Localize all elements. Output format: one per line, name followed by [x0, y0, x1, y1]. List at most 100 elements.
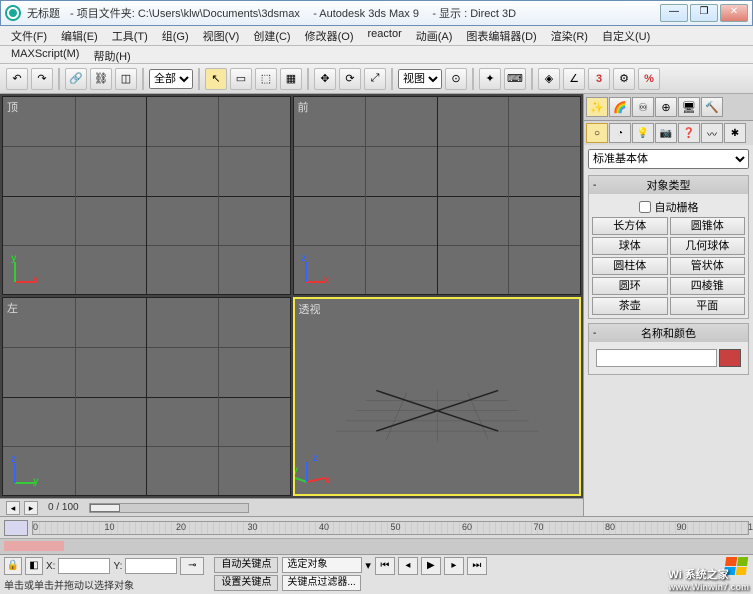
time-slider-knob[interactable] [4, 520, 28, 536]
percent-icon[interactable]: % [638, 68, 660, 90]
object-type-rollout: - 对象类型 自动栅格 长方体 圆锥体 球体 几何球体 圆柱体 管状体 圆环 四… [588, 175, 749, 319]
menu-render[interactable]: 渲染(R) [544, 26, 595, 45]
helpers-subtab[interactable]: ❓ [678, 123, 700, 143]
menu-group[interactable]: 组(G) [155, 26, 196, 45]
viewport-perspective[interactable]: 透视 x y z [293, 297, 582, 496]
teapot-button[interactable]: 茶壶 [592, 297, 668, 315]
keymode-dropdown[interactable]: 选定对象 [282, 557, 362, 573]
viewport-left[interactable]: 左 y z [2, 297, 291, 496]
object-name-input[interactable] [596, 349, 717, 367]
menu-customize[interactable]: 自定义(U) [595, 26, 657, 45]
lights-subtab[interactable]: 💡 [632, 123, 654, 143]
viewport-slider-thumb[interactable] [90, 504, 120, 512]
next-frame-button[interactable]: ▸ [444, 557, 464, 575]
select-by-name-button[interactable]: ▭ [230, 68, 252, 90]
goto-end-button[interactable]: ⏭ [467, 557, 487, 575]
pivot-button[interactable]: ⊙ [445, 68, 467, 90]
command-panel: ✨ 🌈 ♾ ⊕ 🖥 🔨 ○ ◔ 💡 📷 ❓ 〰 ✱ 标准基本体 - 对象类型 [583, 94, 753, 516]
spacewarps-subtab[interactable]: 〰 [701, 123, 723, 143]
viewport-slider-track[interactable] [89, 503, 249, 513]
select-button[interactable]: ↖ [205, 68, 227, 90]
menu-help[interactable]: 帮助(H) [86, 46, 137, 63]
window-crossing-button[interactable]: ▦ [280, 68, 302, 90]
undo-button[interactable]: ↶ [6, 68, 28, 90]
menu-file[interactable]: 文件(F) [4, 26, 54, 45]
absolute-mode-button[interactable]: ◧ [25, 557, 43, 575]
keyboard-shortcut-button[interactable]: ⌨ [504, 68, 526, 90]
geometry-subtab[interactable]: ○ [586, 123, 608, 143]
x-field[interactable] [58, 558, 110, 574]
key-icon[interactable]: ⊸ [180, 557, 204, 575]
time-slider-track[interactable]: 0102030405060708090100 [32, 521, 749, 535]
cylinder-button[interactable]: 圆柱体 [592, 257, 668, 275]
cone-button[interactable]: 圆锥体 [670, 217, 746, 235]
time-slider: 0102030405060708090100 [0, 516, 753, 538]
torus-button[interactable]: 圆环 [592, 277, 668, 295]
shapes-subtab[interactable]: ◔ [609, 123, 631, 143]
motion-tab[interactable]: ⊕ [655, 97, 677, 117]
rollout-header[interactable]: - 名称和颜色 [589, 324, 748, 342]
rollout-toggle-icon: - [593, 328, 596, 339]
link-button[interactable]: 🔗 [65, 68, 87, 90]
keyfilter-button[interactable]: 关键点过滤器... [282, 575, 360, 591]
pyramid-button[interactable]: 四棱锥 [670, 277, 746, 295]
menu-animation[interactable]: 动画(A) [409, 26, 460, 45]
toolbar-separator [307, 68, 309, 90]
utilities-tab[interactable]: 🔨 [701, 97, 723, 117]
rollout-header[interactable]: - 对象类型 [589, 176, 748, 194]
setkey-button[interactable]: 设置关键点 [214, 575, 278, 591]
percent-snap-button[interactable]: 3 [588, 68, 610, 90]
spinner-snap-button[interactable]: ⚙ [613, 68, 635, 90]
snap-button[interactable]: ◈ [538, 68, 560, 90]
minimize-button[interactable]: — [660, 4, 688, 22]
track-segment [4, 541, 64, 551]
slider-prev-button[interactable]: ◂ [6, 501, 20, 515]
menu-views[interactable]: 视图(V) [196, 26, 247, 45]
redo-button[interactable]: ↷ [31, 68, 53, 90]
viewport-top[interactable]: 顶 x y [2, 96, 291, 295]
autogrid-checkbox[interactable] [639, 201, 651, 213]
bind-button[interactable]: ◫ [115, 68, 137, 90]
prev-frame-button[interactable]: ◂ [398, 557, 418, 575]
create-tab[interactable]: ✨ [586, 97, 608, 117]
menu-graph[interactable]: 图表编辑器(D) [459, 26, 543, 45]
maximize-button[interactable]: ❐ [690, 4, 718, 22]
menu-tools[interactable]: 工具(T) [105, 26, 155, 45]
rotate-button[interactable]: ⟳ [339, 68, 361, 90]
display-tab[interactable]: 🖥 [678, 97, 700, 117]
plane-button[interactable]: 平面 [670, 297, 746, 315]
menu-edit[interactable]: 编辑(E) [54, 26, 105, 45]
cameras-subtab[interactable]: 📷 [655, 123, 677, 143]
scale-button[interactable]: ⤢ [364, 68, 386, 90]
goto-start-button[interactable]: ⏮ [375, 557, 395, 575]
ref-coord-dropdown[interactable]: 视图 [398, 69, 442, 89]
sphere-button[interactable]: 球体 [592, 237, 668, 255]
selection-filter[interactable]: 全部 [149, 69, 193, 89]
menu-reactor[interactable]: reactor [361, 26, 409, 45]
y-field[interactable] [125, 558, 177, 574]
autokey-button[interactable]: 自动关键点 [214, 557, 278, 573]
move-button[interactable]: ✥ [314, 68, 336, 90]
systems-subtab[interactable]: ✱ [724, 123, 746, 143]
menu-create[interactable]: 创建(C) [246, 26, 297, 45]
track-bar[interactable] [0, 538, 753, 554]
object-color-swatch[interactable] [719, 349, 741, 367]
select-region-button[interactable]: ⬚ [255, 68, 277, 90]
hierarchy-tab[interactable]: ♾ [632, 97, 654, 117]
manipulate-button[interactable]: ✦ [479, 68, 501, 90]
viewport-front[interactable]: 前 x z [293, 96, 582, 295]
box-button[interactable]: 长方体 [592, 217, 668, 235]
menu-maxscript[interactable]: MAXScript(M) [4, 46, 86, 63]
modify-tab[interactable]: 🌈 [609, 97, 631, 117]
y-label: Y: [113, 561, 122, 572]
menu-modifiers[interactable]: 修改器(O) [298, 26, 361, 45]
slider-next-button[interactable]: ▸ [24, 501, 38, 515]
lock-selection-button[interactable]: 🔒 [4, 557, 22, 575]
tube-button[interactable]: 管状体 [670, 257, 746, 275]
category-dropdown[interactable]: 标准基本体 [588, 149, 749, 169]
close-button[interactable]: ✕ [720, 4, 748, 22]
play-button[interactable]: ▶ [421, 557, 441, 575]
unlink-button[interactable]: ⛓ [90, 68, 112, 90]
angle-snap-button[interactable]: ∠ [563, 68, 585, 90]
geosphere-button[interactable]: 几何球体 [670, 237, 746, 255]
